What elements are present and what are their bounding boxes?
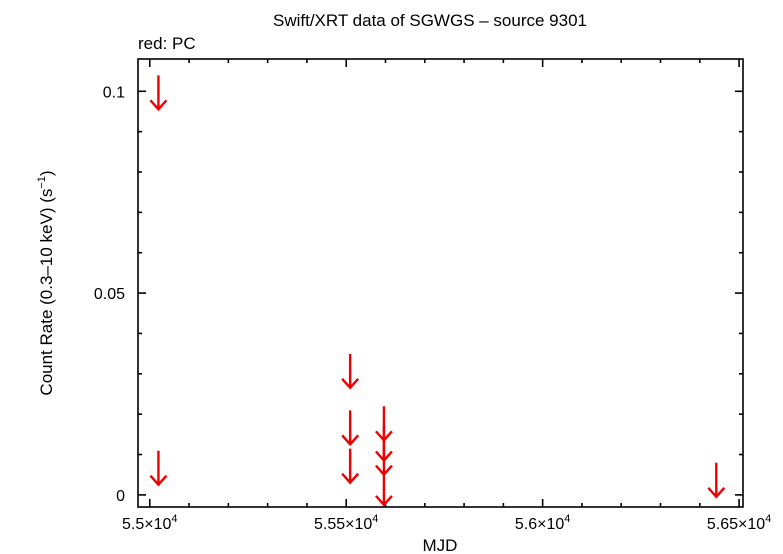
upper-limit-arrow [375,440,393,477]
upper-limit-arrow [341,353,360,390]
upper-limit-marker [149,75,168,112]
chart-subtitle: red: PC [138,34,196,53]
x-tick-mantissa: 5.5×10 [122,516,171,533]
y-tick-label: 0.05 [94,286,125,303]
upper-limit-marker [707,462,726,499]
upper-limit-arrow [341,410,360,447]
x-tick-exponent: 4 [171,513,177,525]
upper-limit-marker [341,353,360,390]
y-axis-label-end: ) [37,170,56,176]
y-axis-label-main: Count Rate (0.3–10 keV) (s [37,189,56,396]
x-tick-mantissa: 5.65×10 [707,516,765,533]
x-tick-mantissa: 5.55×10 [314,516,372,533]
y-axis-label: Count Rate (0.3–10 keV) (s−1) [36,170,56,395]
y-tick-label: 0.1 [103,84,125,101]
y-tick-label: 0 [116,488,125,505]
upper-limit-marker [341,410,360,447]
x-tick-label: 5.5×104 [122,513,178,533]
x-tick-exponent: 4 [765,513,771,525]
upper-limit-marker [375,470,393,507]
upper-limit-arrow [375,470,393,507]
x-ticks: 5.5×104 5.55×104 5.6×104 5.65×104 [122,59,771,533]
upper-limit-arrow [149,75,168,112]
x-tick-label: 5.55×104 [314,513,378,533]
upper-limit-marker [375,440,393,477]
x-tick-exponent: 4 [564,513,570,525]
upper-limit-marker [149,450,168,487]
data-markers [149,75,726,507]
chart: Swift/XRT data of SGWGS – source 9301 re… [36,11,771,554]
upper-limit-arrow [149,450,168,487]
plot-frame [137,58,744,508]
y-ticks: 0 0.05 0.1 [94,84,743,505]
upper-limit-arrow [341,448,360,485]
upper-limit-arrow [707,462,726,499]
x-tick-label: 5.6×104 [515,513,571,533]
x-tick-label: 5.65×104 [707,513,771,533]
upper-limit-marker [341,448,360,485]
chart-title: Swift/XRT data of SGWGS – source 9301 [273,11,587,30]
y-axis-label-superscript: −1 [36,176,48,189]
x-axis-label: MJD [423,536,458,554]
x-tick-mantissa: 5.6×10 [515,516,564,533]
x-tick-exponent: 4 [372,513,378,525]
